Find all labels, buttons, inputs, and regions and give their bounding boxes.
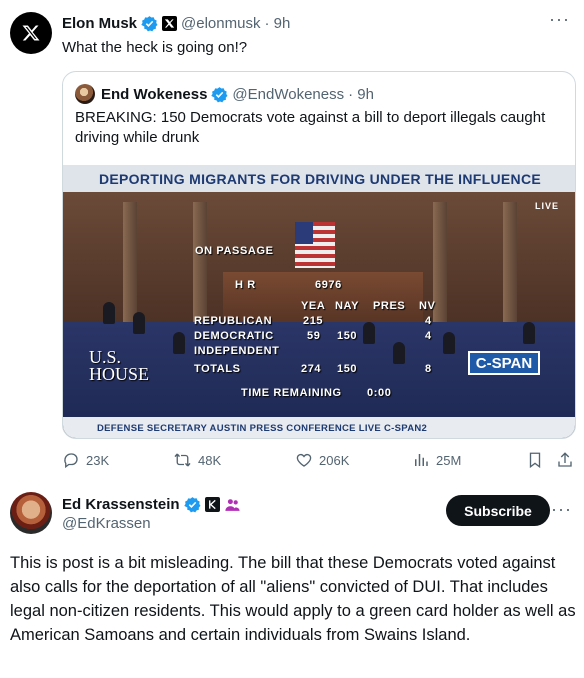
person xyxy=(443,332,455,354)
bill-prefix: H R xyxy=(235,279,256,291)
us-flag xyxy=(295,222,335,268)
col-yea: YEA xyxy=(301,300,326,312)
k-badge-icon xyxy=(204,496,220,512)
reply-count: 23K xyxy=(86,452,110,468)
pillar xyxy=(193,202,207,322)
post-time[interactable]: · 9h xyxy=(264,15,290,32)
bookmark-icon xyxy=(529,452,541,469)
repost-icon xyxy=(174,453,191,467)
us-house-logo: U.S. HOUSE xyxy=(89,348,150,384)
x-badge-icon xyxy=(162,15,178,31)
person xyxy=(393,342,405,364)
row-party: TOTALS xyxy=(194,363,241,375)
pillar xyxy=(123,202,137,322)
post-header: Elon Musk @elonmusk · 9h xyxy=(62,13,290,33)
col-nv: NV xyxy=(419,300,436,312)
pillar xyxy=(503,202,517,322)
author-name[interactable]: Ed Krassenstein xyxy=(62,496,180,513)
time-remaining-label: TIME REMAINING xyxy=(241,387,342,399)
avatar[interactable] xyxy=(10,492,52,534)
quote-avatar[interactable] xyxy=(75,84,95,104)
time-remaining-value: 0:00 xyxy=(367,387,392,399)
row-nv: 4 xyxy=(425,315,432,327)
quote-time: · 9h xyxy=(348,85,374,103)
col-nay: NAY xyxy=(335,300,360,312)
quote-author-handle[interactable]: @EndWokeness xyxy=(232,86,344,103)
video-player[interactable]: DEPORTING MIGRANTS FOR DRIVING UNDER THE… xyxy=(63,165,575,438)
col-pres: PRES xyxy=(373,300,406,312)
row-party: REPUBLICAN xyxy=(194,315,273,327)
row-party: INDEPENDENT xyxy=(194,345,280,357)
like-button[interactable]: 206K xyxy=(295,451,349,469)
person xyxy=(523,322,535,344)
views-chart-icon xyxy=(415,454,428,466)
author-name[interactable]: Elon Musk xyxy=(62,15,137,32)
heart-icon xyxy=(296,453,312,467)
repost-count: 48K xyxy=(198,452,222,468)
quote-author-name[interactable]: End Wokeness xyxy=(101,86,207,103)
us-house-line: HOUSE xyxy=(89,364,150,384)
post-elon[interactable]: Elon Musk @elonmusk · 9h ··· What the he… xyxy=(0,0,584,480)
x-logo-icon xyxy=(22,25,40,41)
quoted-post[interactable]: End Wokeness @EndWokeness · 9h BREAKING:… xyxy=(62,71,576,439)
author-handle[interactable]: @elonmusk xyxy=(181,15,260,32)
people-icon xyxy=(224,498,240,511)
person xyxy=(363,322,375,344)
on-passage-label: ON PASSAGE xyxy=(195,245,274,257)
subscribe-button[interactable]: Subscribe xyxy=(446,495,550,526)
person xyxy=(133,312,145,334)
more-dots-icon[interactable]: ··· xyxy=(549,10,570,28)
row-nv: 4 xyxy=(425,330,432,342)
row-yea: 274 xyxy=(301,363,322,375)
repost-button[interactable]: 48K xyxy=(173,451,221,469)
row-yea: 215 xyxy=(303,315,324,327)
author-handle[interactable]: @EdKrassen xyxy=(62,515,151,532)
views-count: 25M xyxy=(436,452,462,468)
like-count: 206K xyxy=(319,452,350,468)
live-tag: LIVE xyxy=(534,201,559,211)
verified-badge-icon xyxy=(141,15,158,31)
more-dots-icon[interactable]: ··· xyxy=(551,500,572,518)
bottom-ticker: DEFENSE SECRETARY AUSTIN PRESS CONFERENC… xyxy=(63,417,575,438)
bill-number: 6976 xyxy=(315,279,342,291)
reply-icon xyxy=(64,453,78,469)
verified-badge-icon xyxy=(183,496,201,512)
row-nay: 150 xyxy=(337,363,358,375)
post-text: What the heck is going on!? xyxy=(62,39,248,56)
share-icon xyxy=(558,452,572,467)
cspan-logo: C-SPAN xyxy=(468,351,540,375)
row-yea: 59 xyxy=(307,330,321,342)
video-top-banner: DEPORTING MIGRANTS FOR DRIVING UNDER THE… xyxy=(63,165,575,192)
quote-header: End Wokeness @EndWokeness · 9h xyxy=(101,84,374,104)
action-bar: 23K 48K 206K 25M xyxy=(62,451,576,473)
post-text: This is post is a bit misleading. The bi… xyxy=(10,554,576,644)
avatar[interactable] xyxy=(10,12,52,54)
post-krassenstein[interactable]: Ed Krassenstein @EdKrassen Subscribe ···… xyxy=(0,480,584,678)
row-nay: 150 xyxy=(337,330,358,342)
post-header: Ed Krassenstein xyxy=(62,494,241,514)
bookmark-button[interactable] xyxy=(526,451,544,469)
share-button[interactable] xyxy=(556,451,574,469)
reply-button[interactable]: 23K xyxy=(62,451,109,469)
row-party: DEMOCRATIC xyxy=(194,330,274,342)
views-button[interactable]: 25M xyxy=(412,451,461,469)
person xyxy=(103,302,115,324)
quote-text: BREAKING: 150 Democrats vote against a b… xyxy=(75,109,546,146)
person xyxy=(173,332,185,354)
row-nv: 8 xyxy=(425,363,432,375)
verified-badge-icon xyxy=(211,86,228,102)
